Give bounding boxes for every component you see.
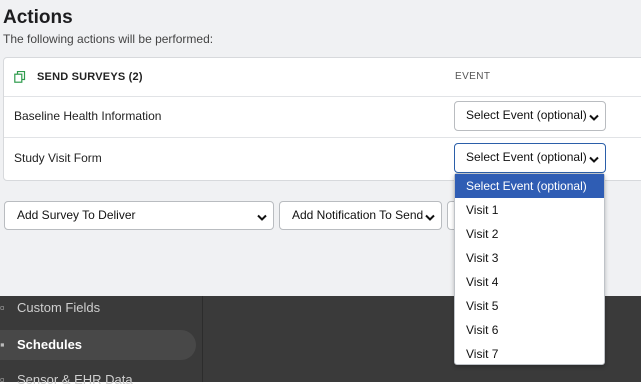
chevron-down-icon [589, 153, 599, 167]
sidebar-item-schedules[interactable]: ▪ Schedules [0, 330, 196, 360]
dropdown-option[interactable]: Visit 3 [455, 246, 604, 270]
event-dropdown-list: Select Event (optional) Visit 1 Visit 2 … [454, 173, 605, 365]
chevron-down-icon [425, 211, 435, 225]
add-notification-select[interactable]: Add Notification To Send [279, 201, 442, 230]
survey-label: Study Visit Form [14, 151, 102, 165]
dropdown-option[interactable]: Visit 4 [455, 270, 604, 294]
sidebar-item-label: Schedules [17, 337, 83, 352]
sidebar-item-label: Custom Fields [17, 300, 101, 315]
calendar-icon: ▪ [0, 337, 5, 352]
survey-row: Baseline Health Information Select Event… [4, 96, 641, 138]
sidebar-item-sensor-ehr-data[interactable]: ▫ Sensor & EHR Data [0, 372, 133, 387]
chevron-down-icon [589, 111, 599, 125]
add-survey-select[interactable]: Add Survey To Deliver [4, 201, 274, 230]
survey-label: Baseline Health Information [14, 109, 162, 123]
copy-icon [14, 70, 26, 88]
dropdown-option[interactable]: Visit 1 [455, 198, 604, 222]
page-title: Actions [3, 7, 73, 28]
event-select-value: Select Event (optional) [466, 150, 587, 164]
document-icon: ▫ [0, 300, 5, 315]
event-column-header: EVENT [455, 71, 491, 82]
sidebar-divider [202, 296, 203, 382]
sensor-icon: ▫ [0, 372, 5, 387]
dropdown-option[interactable]: Visit 2 [455, 222, 604, 246]
dropdown-option[interactable]: Select Event (optional) [455, 174, 604, 198]
page-subtitle: The following actions will be performed: [3, 32, 214, 46]
card-header: SEND SURVEYS (2) EVENT [4, 58, 641, 97]
dropdown-option[interactable]: Visit 5 [455, 294, 604, 318]
send-surveys-label: SEND SURVEYS (2) [37, 71, 143, 83]
event-select-open[interactable]: Select Event (optional) [454, 143, 606, 173]
sidebar-item-label: Sensor & EHR Data [17, 372, 133, 387]
dropdown-option[interactable]: Visit 6 [455, 318, 604, 342]
send-surveys-card: SEND SURVEYS (2) EVENT Baseline Health I… [3, 57, 641, 181]
event-select-value: Select Event (optional) [466, 108, 587, 122]
sidebar-item-custom-fields[interactable]: ▫ Custom Fields [0, 300, 100, 315]
add-survey-label: Add Survey To Deliver [17, 208, 136, 222]
add-notification-label: Add Notification To Send [292, 208, 424, 222]
chevron-down-icon [257, 211, 267, 225]
event-select[interactable]: Select Event (optional) [454, 101, 606, 131]
dropdown-option[interactable]: Visit 7 [455, 342, 604, 366]
